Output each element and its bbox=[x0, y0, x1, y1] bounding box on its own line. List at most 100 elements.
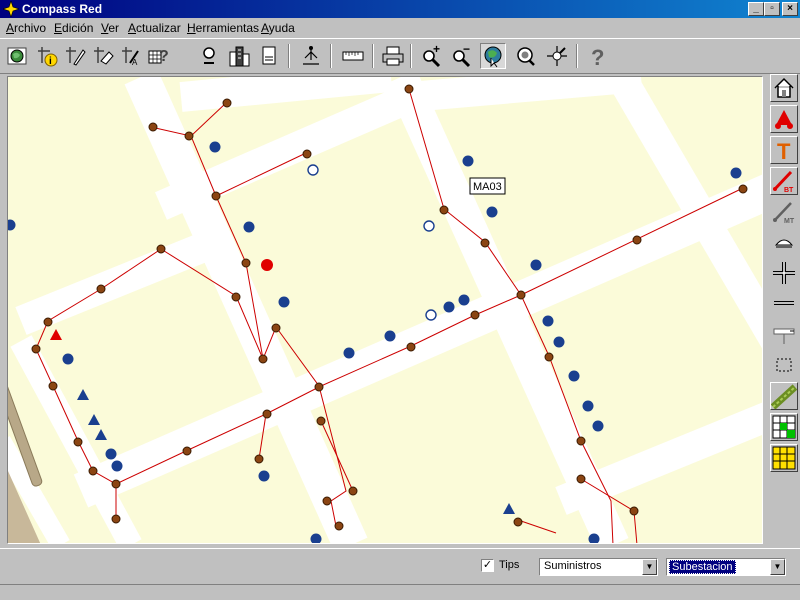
map-view[interactable]: MA03 bbox=[7, 76, 763, 544]
restore-button[interactable]: ▫ bbox=[764, 2, 780, 16]
erase-line-button[interactable] bbox=[90, 43, 116, 69]
subestacion-dropdown-arrow-icon[interactable]: ▼ bbox=[770, 559, 785, 575]
lamp-button[interactable] bbox=[770, 229, 798, 257]
svg-text:A: A bbox=[132, 58, 138, 67]
ma03-label: MA03 bbox=[473, 181, 502, 193]
search-person-icon bbox=[203, 47, 215, 64]
lamp-icon bbox=[774, 239, 794, 248]
menu-actualizar[interactable]: Actualizar bbox=[128, 21, 181, 35]
select-rect-icon bbox=[776, 358, 792, 372]
select-rect-button[interactable] bbox=[770, 351, 798, 379]
cross-junction-button[interactable] bbox=[770, 259, 798, 287]
pipe-button[interactable] bbox=[770, 382, 798, 410]
home-button[interactable] bbox=[770, 74, 798, 102]
zoom-out-icon: − bbox=[453, 44, 471, 68]
menu-bar: Archivo Edición Ver Actualizar Herramien… bbox=[0, 18, 800, 38]
t-pole-button[interactable]: T bbox=[770, 136, 798, 164]
ruler-icon bbox=[342, 51, 364, 61]
status-bar: ✓ Tips Suministros ▼ Subestacion ▼ bbox=[0, 548, 800, 584]
compass-icon bbox=[547, 46, 567, 66]
menu-ayuda[interactable]: Ayuda bbox=[261, 21, 295, 35]
grid-green-icon bbox=[772, 415, 796, 439]
menu-ver-label: er bbox=[108, 21, 120, 35]
zoom-in-icon: + bbox=[423, 44, 441, 68]
survey-icon bbox=[303, 46, 319, 65]
dimension-button[interactable] bbox=[770, 320, 798, 348]
zoom-out-button[interactable]: − bbox=[448, 43, 474, 69]
menu-ayuda-mnemonic: A bbox=[261, 21, 269, 35]
zoom-window-button[interactable] bbox=[512, 43, 538, 69]
report-icon bbox=[262, 46, 276, 65]
globe-icon bbox=[7, 47, 27, 65]
menu-actualizar-label: ctualizar bbox=[136, 21, 181, 35]
menu-ver[interactable]: Ver bbox=[101, 21, 119, 35]
menu-herramientas-mnemonic: H bbox=[187, 21, 196, 35]
grid-green-button[interactable] bbox=[770, 413, 798, 441]
pan-globe-button[interactable] bbox=[480, 43, 506, 69]
help-icon: ? bbox=[591, 45, 604, 68]
subestacion-select[interactable]: Subestacion ▼ bbox=[666, 558, 786, 576]
buildings-button[interactable] bbox=[226, 43, 252, 69]
zoom-in-button[interactable]: + bbox=[418, 43, 444, 69]
compass-button[interactable] bbox=[544, 43, 570, 69]
bt-line-button[interactable]: BT bbox=[770, 167, 798, 195]
query-table-icon: ? bbox=[148, 48, 169, 65]
menu-edicion-label: dición bbox=[62, 21, 94, 35]
selected-node[interactable] bbox=[261, 259, 273, 271]
toolbar-separator bbox=[576, 44, 578, 68]
t-pole-glyph: T bbox=[777, 139, 791, 162]
transformer-button[interactable] bbox=[770, 105, 798, 133]
suministros-dropdown-arrow-icon[interactable]: ▼ bbox=[642, 559, 657, 575]
toolbar-separator bbox=[372, 44, 374, 68]
subestacion-value: Subestacion bbox=[669, 560, 736, 574]
window-title: Compass Red bbox=[22, 2, 103, 16]
toolbar-separator bbox=[410, 44, 412, 68]
menu-actualizar-mnemonic: A bbox=[128, 21, 137, 35]
query-table-button[interactable]: ? bbox=[146, 43, 172, 69]
menu-edicion-mnemonic: E bbox=[54, 21, 63, 35]
svg-text:i: i bbox=[49, 56, 52, 67]
ruler-button[interactable] bbox=[340, 43, 366, 69]
survey-button[interactable] bbox=[298, 43, 324, 69]
line-segment-icon bbox=[774, 301, 794, 305]
tips-label: Tips bbox=[499, 559, 520, 571]
mt-line-button[interactable]: MT bbox=[770, 198, 798, 226]
info-node-button[interactable]: i bbox=[34, 43, 60, 69]
menu-archivo-mnemonic: A bbox=[6, 21, 15, 35]
print-button[interactable] bbox=[380, 43, 406, 69]
minimize-button[interactable]: _ bbox=[748, 2, 764, 16]
right-tool-palette: T BT MT bbox=[768, 74, 800, 546]
toolbar-separator bbox=[288, 44, 290, 68]
report-button[interactable] bbox=[256, 43, 282, 69]
compass-app-icon bbox=[3, 1, 19, 17]
menu-archivo-label: rchivo bbox=[14, 21, 47, 35]
menu-archivo[interactable]: Archivo bbox=[6, 21, 46, 35]
menu-edicion[interactable]: Edición bbox=[54, 21, 93, 35]
grid-yellow-icon bbox=[772, 446, 796, 470]
erase-line-icon bbox=[94, 47, 114, 65]
menu-herramientas-label: erramientas bbox=[195, 21, 260, 35]
menu-herramientas[interactable]: Herramientas bbox=[187, 21, 259, 35]
tips-checkbox[interactable]: ✓ bbox=[481, 559, 494, 572]
menu-ayuda-label: yuda bbox=[268, 21, 295, 35]
info-node-icon: i bbox=[38, 47, 58, 67]
globe-button[interactable] bbox=[4, 43, 30, 69]
suministros-select[interactable]: Suministros ▼ bbox=[539, 558, 658, 576]
pipe-icon bbox=[771, 384, 797, 409]
title-bar: Compass Red _ ▫ × bbox=[0, 0, 800, 18]
cross-junction-icon bbox=[773, 262, 795, 284]
mt-label: MT bbox=[784, 218, 795, 225]
main-toolbar: i A ? + − ? bbox=[0, 38, 800, 74]
edit-line-button[interactable] bbox=[62, 43, 88, 69]
close-button[interactable]: × bbox=[782, 2, 798, 16]
suministros-value: Suministros bbox=[544, 560, 602, 572]
line-segment-button[interactable] bbox=[770, 289, 798, 317]
help-button[interactable]: ? bbox=[584, 43, 610, 69]
map-canvas[interactable]: MA03 bbox=[8, 77, 763, 544]
bottom-strip bbox=[0, 584, 800, 600]
print-icon bbox=[382, 46, 404, 66]
edit-text-button[interactable]: A bbox=[118, 43, 144, 69]
search-person-button[interactable] bbox=[196, 43, 222, 69]
grid-yellow-button[interactable] bbox=[770, 444, 798, 472]
help-glyph: ? bbox=[591, 45, 604, 68]
